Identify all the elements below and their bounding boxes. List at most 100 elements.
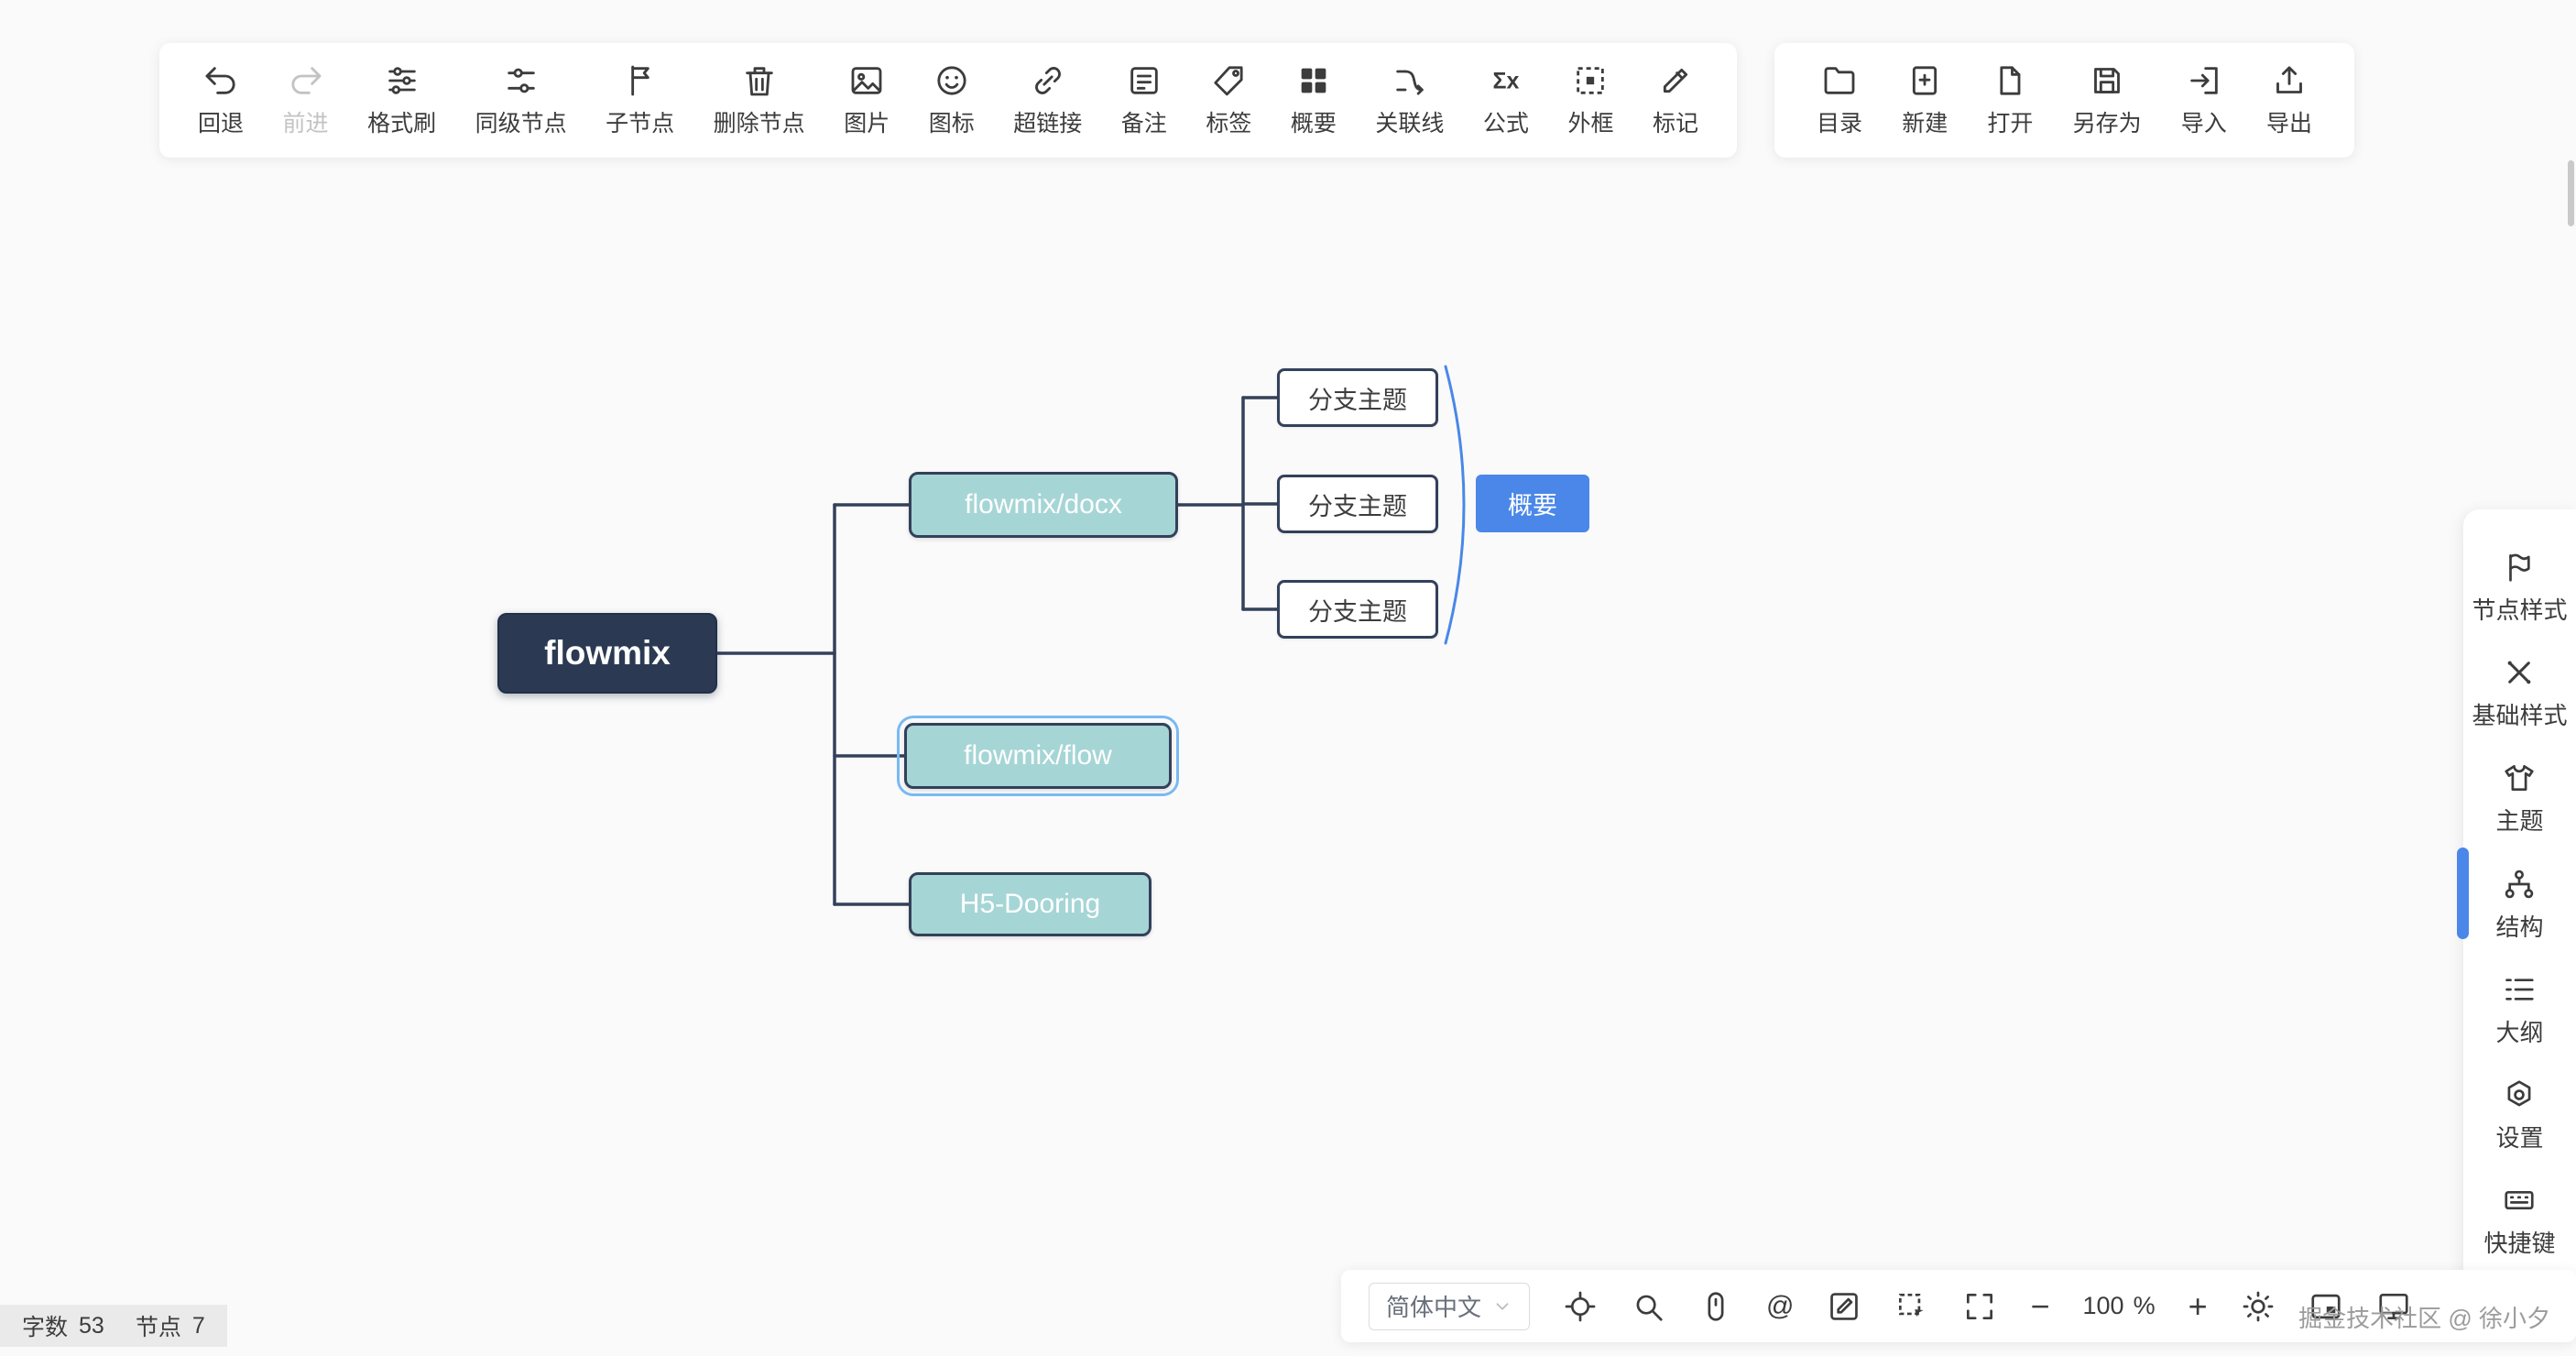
sidebar-item-settings[interactable]: 设置 <box>2495 1077 2543 1154</box>
locate-icon[interactable] <box>1563 1289 1598 1324</box>
formula-label: 公式 <box>1483 105 1529 138</box>
sibling-node-button[interactable]: 同级节点 <box>475 62 567 138</box>
marquee-select-icon[interactable] <box>1894 1289 1929 1324</box>
mindmap-root-node[interactable]: flowmix <box>497 613 717 694</box>
brightness-icon[interactable] <box>2241 1289 2276 1324</box>
sidebar-item-theme[interactable]: 主题 <box>2495 760 2543 837</box>
new-file-icon <box>1906 62 1943 99</box>
language-select[interactable]: 简体中文 <box>1369 1283 1530 1330</box>
format-painter-button[interactable]: 格式刷 <box>367 62 436 138</box>
emoji-button[interactable]: 图标 <box>929 62 975 138</box>
zoom-level: 100 % <box>2083 1292 2156 1320</box>
edit-icon[interactable] <box>1827 1289 1861 1324</box>
structure-icon <box>2502 867 2537 902</box>
bottom-toolbar: 简体中文 @ − 100 % + <box>1341 1270 2576 1342</box>
zoom-unit: % <box>2134 1292 2156 1320</box>
fullscreen-icon[interactable] <box>1962 1289 1997 1324</box>
directory-button[interactable]: 目录 <box>1817 62 1862 138</box>
sidebar-item-structure[interactable]: 结构 <box>2495 867 2543 943</box>
child-node-button[interactable]: 子节点 <box>606 62 674 138</box>
note-button[interactable]: 备注 <box>1121 62 1167 138</box>
mindmap-node-h5-dooring[interactable]: H5-Dooring <box>909 872 1152 936</box>
style-icon <box>2502 655 2537 690</box>
link-icon <box>1030 62 1066 99</box>
open-file-icon <box>1992 62 2028 99</box>
tag-icon <box>1210 62 1247 99</box>
sibling-node-label: 同级节点 <box>475 105 567 138</box>
sidebar-item-basic-style[interactable]: 基础样式 <box>2472 655 2567 731</box>
new-file-button[interactable]: 新建 <box>1902 62 1948 138</box>
marker-label: 标记 <box>1653 105 1698 138</box>
redo-icon <box>288 62 324 99</box>
format-painter-icon <box>384 62 420 99</box>
note-label: 备注 <box>1121 105 1167 138</box>
sidebar-label-shortcuts: 快捷键 <box>2483 1225 2555 1259</box>
tag-button[interactable]: 标签 <box>1206 62 1251 138</box>
new-file-label: 新建 <box>1902 105 1948 138</box>
child-node-icon <box>622 62 659 99</box>
open-file-button[interactable]: 打开 <box>1987 62 2033 138</box>
marker-button[interactable]: 标记 <box>1653 62 1698 138</box>
undo-button[interactable]: 回退 <box>198 62 244 138</box>
zoom-out-button[interactable]: − <box>2030 1290 2049 1323</box>
image-button[interactable]: 图片 <box>844 62 890 138</box>
frame-icon <box>1572 62 1609 99</box>
mindmap-branch-node-2[interactable]: 分支主题 <box>1277 475 1438 533</box>
child-node-label: 子节点 <box>606 105 674 138</box>
import-icon <box>2186 62 2222 99</box>
mindmap-node-flowmix-docx[interactable]: flowmix/docx <box>909 472 1178 538</box>
summary-grid-icon <box>1295 62 1332 99</box>
export-label: 导出 <box>2266 105 2312 138</box>
mouse-icon[interactable] <box>1698 1289 1733 1324</box>
sibling-node-icon <box>503 62 540 99</box>
sidebar-label-theme: 主题 <box>2495 803 2543 837</box>
mention-icon[interactable]: @ <box>1766 1291 1794 1322</box>
mindmap-node-flowmix-flow-selected[interactable]: flowmix/flow <box>904 723 1172 789</box>
formula-icon: Σx <box>1488 62 1524 99</box>
import-label: 导入 <box>2181 105 2227 138</box>
relation-line-icon <box>1392 62 1428 99</box>
language-value: 简体中文 <box>1386 1289 1481 1323</box>
folder-icon <box>1821 62 1858 99</box>
sidebar-label-settings: 设置 <box>2495 1120 2543 1154</box>
export-button[interactable]: 导出 <box>2266 62 2312 138</box>
hyperlink-button[interactable]: 超链接 <box>1013 62 1082 138</box>
marker-icon <box>1657 62 1694 99</box>
directory-label: 目录 <box>1817 105 1862 138</box>
save-as-label: 另存为 <box>2073 105 2142 138</box>
format-painter-label: 格式刷 <box>367 105 436 138</box>
sidebar-item-outline[interactable]: 大纲 <box>2495 972 2543 1048</box>
hyperlink-label: 超链接 <box>1013 105 1082 138</box>
svg-text:Σx: Σx <box>1492 68 1519 93</box>
save-as-icon <box>2089 62 2125 99</box>
flag-icon <box>2502 550 2537 585</box>
vertical-scrollbar-thumb[interactable] <box>2568 160 2574 226</box>
node-count-value: 7 <box>192 1313 205 1340</box>
sidebar-item-node-style[interactable]: 节点样式 <box>2472 550 2567 626</box>
mindmap-branch-node-1[interactable]: 分支主题 <box>1277 368 1438 427</box>
search-icon[interactable] <box>1631 1289 1665 1324</box>
file-toolbar: 目录 新建 打开 另存为 导入 导出 <box>1774 43 2354 158</box>
redo-button[interactable]: 前进 <box>283 62 329 138</box>
redo-label: 前进 <box>283 105 329 138</box>
emoji-icon <box>933 62 970 99</box>
delete-node-label: 删除节点 <box>714 105 805 138</box>
formula-button[interactable]: Σx 公式 <box>1483 62 1529 138</box>
outer-frame-button[interactable]: 外框 <box>1567 62 1613 138</box>
presentation-icon[interactable] <box>2376 1289 2411 1324</box>
relation-line-button[interactable]: 关联线 <box>1375 62 1444 138</box>
delete-node-button[interactable]: 删除节点 <box>714 62 805 138</box>
open-file-label: 打开 <box>1987 105 2033 138</box>
import-button[interactable]: 导入 <box>2181 62 2227 138</box>
image-icon <box>848 62 885 99</box>
zoom-in-button[interactable]: + <box>2189 1290 2208 1323</box>
summary-button[interactable]: 概要 <box>1291 62 1337 138</box>
mindmap-summary-node[interactable]: 概要 <box>1476 475 1589 532</box>
sidebar-label-basic-style: 基础样式 <box>2472 697 2567 731</box>
save-as-button[interactable]: 另存为 <box>2073 62 2142 138</box>
sidebar-item-shortcuts[interactable]: 快捷键 <box>2483 1183 2555 1259</box>
minimap-icon[interactable] <box>2309 1289 2343 1324</box>
mindmap-branch-node-3[interactable]: 分支主题 <box>1277 580 1438 639</box>
keyboard-icon <box>2502 1183 2537 1218</box>
mindmap-connectors <box>0 0 2576 1356</box>
